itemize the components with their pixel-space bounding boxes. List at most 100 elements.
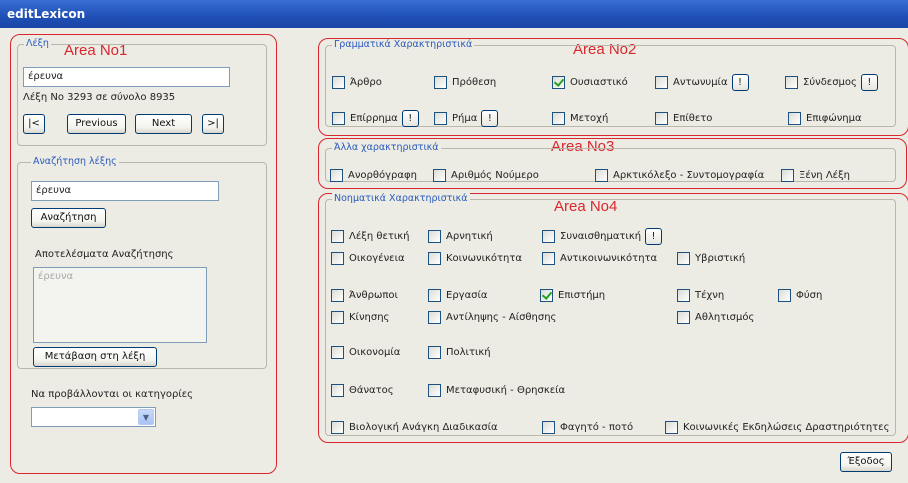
- goto-word-button[interactable]: Μετάβαση στη λέξη: [33, 347, 157, 367]
- search-results-list[interactable]: έρευνα: [33, 267, 207, 343]
- checkbox-icon[interactable]: [428, 288, 441, 302]
- semantic-checkbox-15[interactable]: Οικονομία: [331, 343, 400, 361]
- semantic-checkbox-3[interactable]: Οικογένεια: [331, 249, 405, 267]
- checkbox-icon[interactable]: [331, 288, 344, 302]
- semantic-checkbox-2[interactable]: Συναισθηματική!: [542, 227, 663, 245]
- semantic-checkbox-label: Λέξη θετική: [349, 230, 410, 242]
- grammar-checkbox-7[interactable]: Μετοχή: [552, 109, 608, 127]
- semantic-checkbox-label: Οικονομία: [349, 346, 401, 358]
- checkbox-icon[interactable]: [331, 345, 344, 359]
- checkbox-icon[interactable]: [595, 168, 608, 182]
- checkbox-icon[interactable]: [781, 168, 794, 182]
- semantic-checkbox-label: Αντίληψης - Αίσθησης: [446, 311, 557, 323]
- grammar-checkbox-label: Επιφώνημα: [806, 112, 862, 124]
- semantic-checkbox-11[interactable]: Φύση: [778, 286, 822, 304]
- checkbox-icon[interactable]: [785, 75, 798, 89]
- grammar-checkbox-5[interactable]: Επίρρημα!: [332, 109, 419, 127]
- semantic-checkbox-8[interactable]: Εργασία: [428, 286, 488, 304]
- checkbox-icon[interactable]: [677, 288, 690, 302]
- first-word-button[interactable]: |<: [23, 114, 45, 134]
- other-checkbox-label: Ξένη Λέξη: [799, 169, 850, 181]
- other-checkbox-3[interactable]: Ξένη Λέξη: [781, 166, 850, 184]
- semantic-checkbox-10[interactable]: Τέχνη: [677, 286, 724, 304]
- semantic-checkbox-label: Συναισθηματική: [560, 230, 642, 242]
- checkbox-icon[interactable]: [331, 229, 344, 243]
- checkbox-icon[interactable]: [677, 310, 690, 324]
- semantic-checkbox-4[interactable]: Κοινωνικότητα: [428, 249, 522, 267]
- checkbox-icon[interactable]: [655, 75, 668, 89]
- checkbox-icon[interactable]: [552, 111, 565, 125]
- word-field[interactable]: έρευνα: [23, 67, 230, 87]
- grammar-checkbox-8[interactable]: Επίθετο: [655, 109, 712, 127]
- chevron-down-icon[interactable]: ▼: [138, 409, 154, 425]
- checkbox-icon[interactable]: [788, 111, 801, 125]
- checkbox-icon[interactable]: [331, 420, 344, 434]
- semantic-checkbox-13[interactable]: Αντίληψης - Αίσθησης: [428, 308, 556, 326]
- other-groupbox-title: Άλλα χαρακτηριστικά: [332, 142, 441, 154]
- grammar-checkbox-9[interactable]: Επιφώνημα: [788, 109, 862, 127]
- checkbox-icon[interactable]: [778, 288, 791, 302]
- checkbox-icon[interactable]: [428, 383, 441, 397]
- checkbox-icon[interactable]: [428, 345, 441, 359]
- info-button[interactable]: !: [860, 73, 878, 91]
- checkbox-icon[interactable]: [542, 251, 555, 265]
- last-word-button[interactable]: >|: [202, 114, 224, 134]
- grammar-checkbox-4[interactable]: Σύνδεσμος!: [785, 73, 878, 91]
- checkbox-icon[interactable]: [428, 229, 441, 243]
- info-button[interactable]: !: [401, 109, 419, 127]
- search-input[interactable]: έρευνα: [31, 181, 219, 201]
- semantic-checkbox-14[interactable]: Αθλητισμός: [677, 308, 754, 326]
- checkbox-icon[interactable]: [677, 251, 690, 265]
- grammar-checkbox-0[interactable]: Άρθρο: [332, 73, 382, 91]
- checkbox-icon[interactable]: [331, 310, 344, 324]
- checkbox-icon[interactable]: [434, 75, 447, 89]
- other-checkbox-1[interactable]: Αριθμός Νούμερο: [433, 166, 539, 184]
- semantic-checkbox-label: Βιολογική Ανάγκη Διαδικασία: [349, 421, 498, 433]
- semantic-checkbox-17[interactable]: Θάνατος: [331, 381, 394, 399]
- next-button[interactable]: Next: [135, 114, 192, 134]
- checkbox-icon[interactable]: [331, 251, 344, 265]
- checkbox-icon[interactable]: [433, 168, 446, 182]
- checkbox-icon[interactable]: [655, 111, 668, 125]
- search-button[interactable]: Αναζήτηση: [31, 208, 106, 228]
- semantic-checkbox-21[interactable]: Κοινωνικές Εκδηλώσεις Δραστηριότητες: [665, 418, 889, 436]
- semantic-checkbox-6[interactable]: Υβριστική: [677, 249, 745, 267]
- semantic-checkbox-12[interactable]: Κίνησης: [331, 308, 389, 326]
- other-checkbox-label: Ανορθόγραφη: [348, 169, 417, 181]
- semantic-checkbox-0[interactable]: Λέξη θετική: [331, 227, 410, 245]
- semantic-checkbox-18[interactable]: Μεταφυσική - Θρησκεία: [428, 381, 565, 399]
- info-button[interactable]: !: [481, 109, 499, 127]
- checkbox-icon[interactable]: [428, 251, 441, 265]
- grammar-checkbox-3[interactable]: Αντωνυμία!: [655, 73, 749, 91]
- other-checkbox-0[interactable]: Ανορθόγραφη: [330, 166, 417, 184]
- semantic-checkbox-9[interactable]: Επιστήμη: [540, 286, 605, 304]
- info-button[interactable]: !: [731, 73, 749, 91]
- semantic-checkbox-16[interactable]: Πολιτική: [428, 343, 491, 361]
- search-result-item[interactable]: έρευνα: [38, 271, 202, 282]
- semantic-checkbox-20[interactable]: Φαγητό - ποτό: [542, 418, 633, 436]
- checkbox-icon[interactable]: [330, 168, 343, 182]
- other-checkbox-2[interactable]: Αρκτικόλεξο - Συντομογραφία: [595, 166, 764, 184]
- checkbox-icon[interactable]: [434, 111, 447, 125]
- semantic-checkbox-19[interactable]: Βιολογική Ανάγκη Διαδικασία: [331, 418, 498, 436]
- info-button[interactable]: !: [645, 227, 663, 245]
- grammar-checkbox-1[interactable]: Πρόθεση: [434, 73, 496, 91]
- grammar-checkbox-6[interactable]: Ρήμα!: [434, 109, 499, 127]
- semantic-checkbox-1[interactable]: Αρνητική: [428, 227, 493, 245]
- checkbox-icon[interactable]: [665, 420, 678, 434]
- semantic-checkbox-label: Αθλητισμός: [695, 311, 755, 323]
- checkbox-icon[interactable]: [542, 229, 555, 243]
- previous-button[interactable]: Previous: [67, 114, 126, 134]
- grammar-checkbox-2[interactable]: Ουσιαστικό: [552, 73, 628, 91]
- checkbox-icon[interactable]: [332, 111, 345, 125]
- semantic-checkbox-5[interactable]: Αντικοινωνικότητα: [542, 249, 657, 267]
- checkbox-icon[interactable]: [542, 420, 555, 434]
- checkbox-icon[interactable]: [332, 75, 345, 89]
- checkbox-checked-icon[interactable]: [552, 75, 565, 89]
- checkbox-checked-icon[interactable]: [540, 288, 553, 302]
- semantic-checkbox-7[interactable]: Άνθρωποι: [331, 286, 398, 304]
- exit-button[interactable]: Έξοδος: [840, 452, 892, 472]
- categories-select[interactable]: ▼: [31, 407, 156, 427]
- checkbox-icon[interactable]: [428, 310, 441, 324]
- checkbox-icon[interactable]: [331, 383, 344, 397]
